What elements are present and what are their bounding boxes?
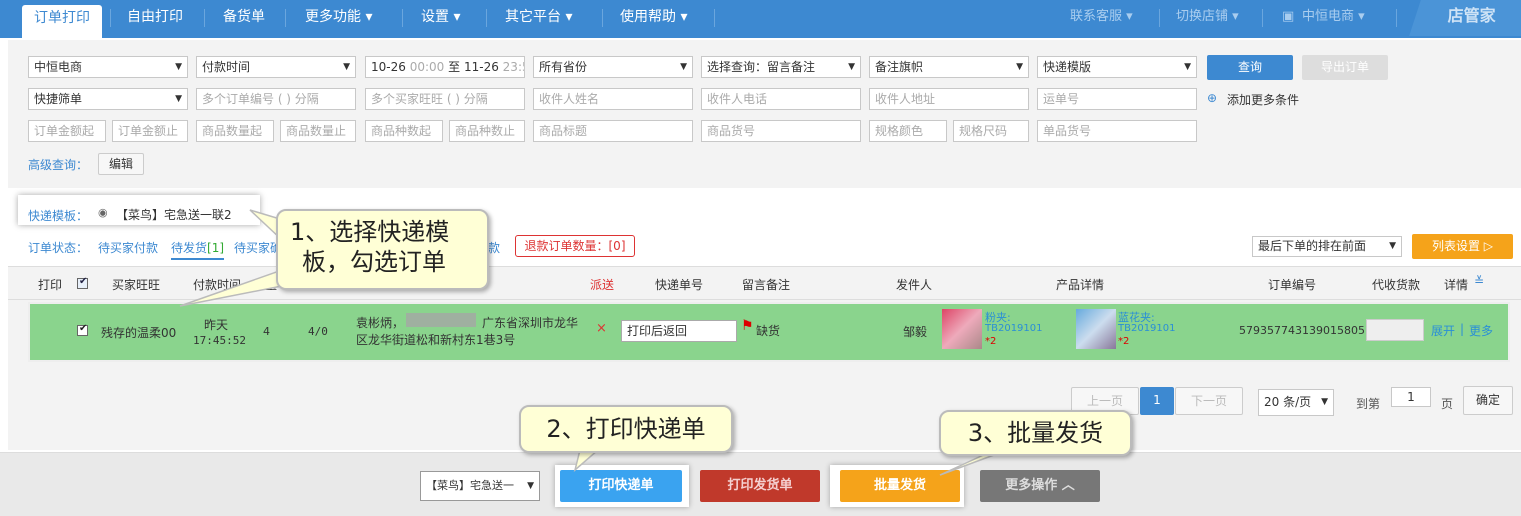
callout-step-3: 3、批量发货 (939, 410, 1132, 456)
callout-step-1: 1、选择快递模 板，勾选订单 (276, 209, 489, 290)
callout-step-2: 2、打印快递单 (519, 405, 733, 453)
callout-pointers (179, 209, 1003, 476)
